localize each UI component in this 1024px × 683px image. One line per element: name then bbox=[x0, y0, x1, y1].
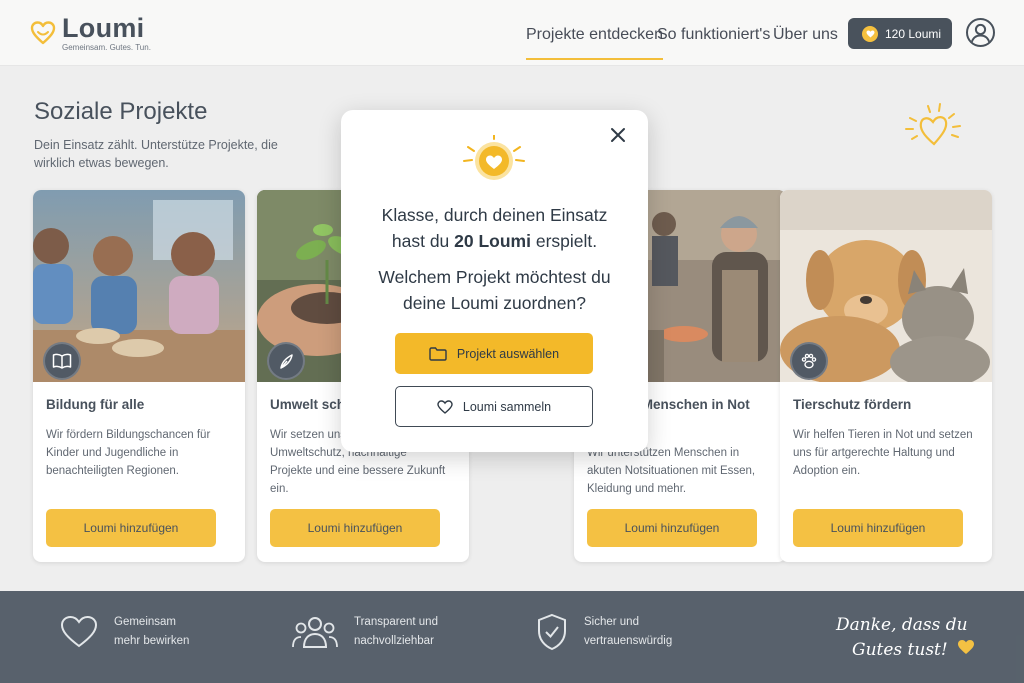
heart-badge-icon bbox=[463, 135, 525, 180]
reward-line-a: Klasse, durch deinen Einsatz bbox=[381, 205, 608, 225]
collect-loumi-label: Loumi sammeln bbox=[462, 399, 552, 414]
assign-question: Welchem Projekt möchtest du deine Loumi … bbox=[341, 264, 648, 316]
select-project-button[interactable]: Projekt auswählen bbox=[395, 333, 593, 374]
reward-message: Klasse, durch deinen Einsatz hast du 20 … bbox=[341, 202, 648, 254]
select-project-label: Projekt auswählen bbox=[456, 346, 560, 361]
heart-outline-icon bbox=[437, 399, 453, 414]
reward-dialog: Klasse, durch deinen Einsatz hast du 20 … bbox=[341, 110, 648, 452]
close-icon[interactable] bbox=[609, 126, 627, 144]
question-line-a: Welchem Projekt möchtest du bbox=[378, 267, 611, 287]
reward-line-b-prefix: hast du bbox=[391, 231, 455, 251]
folder-icon bbox=[429, 346, 447, 361]
reward-line-b-suffix: erspielt. bbox=[530, 231, 598, 251]
collect-loumi-button[interactable]: Loumi sammeln bbox=[395, 386, 593, 427]
reward-amount: 20 Loumi bbox=[454, 231, 531, 251]
question-line-b: deine Loumi zuordnen? bbox=[403, 293, 586, 313]
